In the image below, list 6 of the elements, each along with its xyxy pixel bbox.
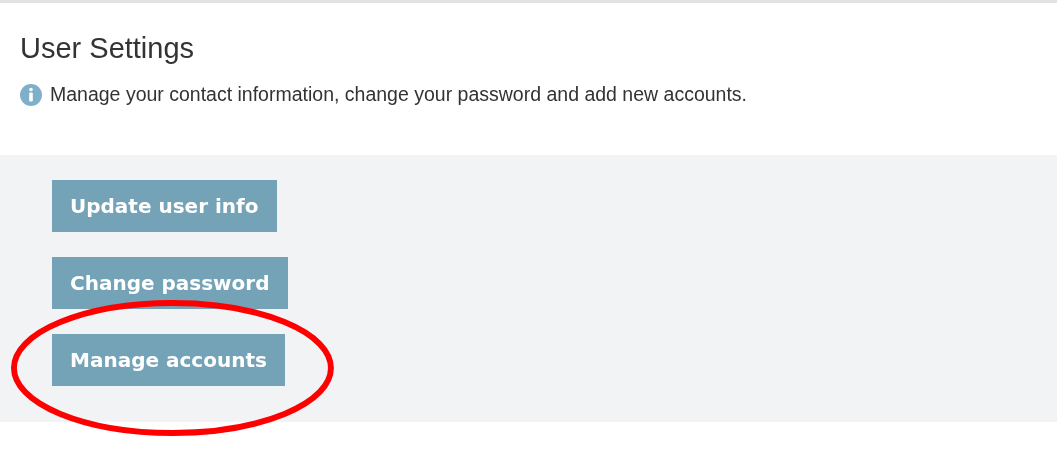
settings-button[interactable]: Update user info xyxy=(52,180,277,232)
settings-button[interactable]: Manage accounts xyxy=(52,334,285,386)
page-title: User Settings xyxy=(20,31,196,66)
info-icon xyxy=(20,83,42,106)
description-text: Manage your contact information, change your password and add new accounts. xyxy=(50,83,747,106)
settings-button[interactable]: Change password xyxy=(52,257,288,309)
